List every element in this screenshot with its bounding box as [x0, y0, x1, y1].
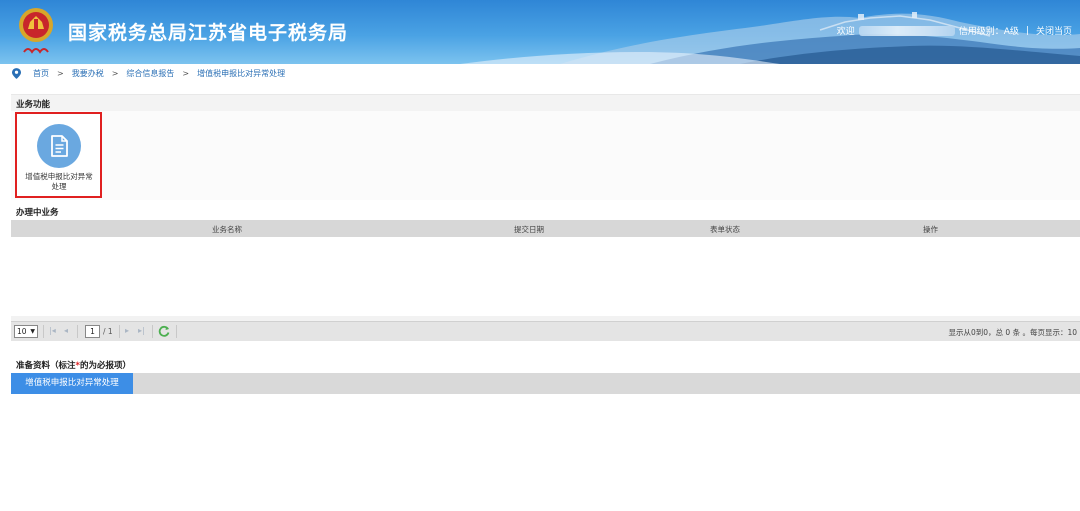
- prev-page-icon[interactable]: ◂: [64, 326, 68, 335]
- header-separator: |: [1025, 25, 1029, 36]
- business-functions-panel: [11, 111, 1080, 200]
- col-business-name: 业务名称: [212, 225, 242, 234]
- pager-divider: [176, 325, 177, 338]
- site-title: 国家税务总局江苏省电子税务局: [68, 22, 349, 44]
- document-icon: [51, 135, 68, 157]
- col-submit-date: 提交日期: [514, 225, 544, 234]
- breadcrumb-home[interactable]: 首页: [33, 68, 49, 79]
- prep-materials-title: 准备资料（标注*的为必报项）: [16, 359, 131, 371]
- business-functions-title: 业务功能: [16, 100, 51, 110]
- business-functions-header: [11, 94, 1080, 111]
- pager-divider: [119, 325, 120, 338]
- location-pin-icon: [12, 67, 21, 79]
- user-area: 欢迎 信用级别：A级 | 关闭当页: [837, 24, 1072, 37]
- welcome-text: 欢迎: [836, 27, 855, 37]
- breadcrumb-separator: >: [182, 68, 190, 78]
- pager-summary: 显示从0到0，总 0 条 。每页显示：10: [948, 328, 1077, 337]
- breadcrumb: 首页 > 我要办税 > 综合信息报告 > 增值税申报比对异常处理: [0, 64, 1080, 82]
- tab-vat-comparison-exception[interactable]: 增值税申报比对异常处理: [11, 373, 133, 394]
- function-label: 增值税申报比对异常处理: [25, 172, 93, 191]
- prep-title-suffix: 的为必报项）: [79, 361, 131, 371]
- refresh-icon[interactable]: [158, 325, 170, 337]
- col-form-status: 表单状态: [710, 225, 740, 234]
- pager-divider: [77, 325, 78, 338]
- page-size-value: 10: [17, 327, 27, 336]
- last-page-icon[interactable]: ▸|: [138, 326, 145, 335]
- username-redacted: [858, 25, 955, 36]
- col-operation: 操作: [923, 225, 938, 234]
- top-banner: 国家税务总局江苏省电子税务局 欢迎 信用级别：A级 | 关闭当页: [0, 0, 1080, 64]
- credit-level: 信用级别：A级: [958, 27, 1019, 37]
- first-page-icon[interactable]: |◂: [49, 326, 56, 335]
- breadcrumb-separator: >: [111, 68, 119, 78]
- in-progress-title: 办理中业务: [16, 208, 59, 218]
- in-progress-table-body: [11, 237, 1080, 317]
- current-page-input[interactable]: 1: [85, 325, 100, 338]
- pager-divider: [152, 325, 153, 338]
- breadcrumb-info-report[interactable]: 综合信息报告: [126, 68, 174, 79]
- prep-title-prefix: 准备资料（标注: [16, 361, 76, 371]
- chevron-down-icon: ▼: [30, 328, 35, 335]
- breadcrumb-separator: >: [57, 68, 64, 78]
- breadcrumb-current: 增值税申报比对异常处理: [197, 68, 286, 78]
- function-icon-circle: [37, 124, 81, 168]
- tax-emblem-logo: [19, 8, 53, 54]
- vat-comparison-exception-function[interactable]: 增值税申报比对异常处理: [15, 112, 102, 198]
- pager-divider: [43, 325, 44, 338]
- pagination-bar: 10 ▼ |◂ ◂ 1 / 1 ▸ ▸| 显示从0到0，总 0 条 。每页显示：…: [11, 321, 1080, 341]
- next-page-icon[interactable]: ▸: [125, 326, 129, 335]
- page-size-select[interactable]: 10 ▼: [14, 325, 38, 338]
- in-progress-table-header: 业务名称 提交日期 表单状态 操作: [11, 220, 1080, 237]
- breadcrumb-tax-handling[interactable]: 我要办税: [72, 68, 104, 79]
- total-pages: / 1: [103, 327, 113, 336]
- close-page-link[interactable]: 关闭当页: [1036, 24, 1072, 37]
- prep-tab-bar: [11, 373, 1080, 394]
